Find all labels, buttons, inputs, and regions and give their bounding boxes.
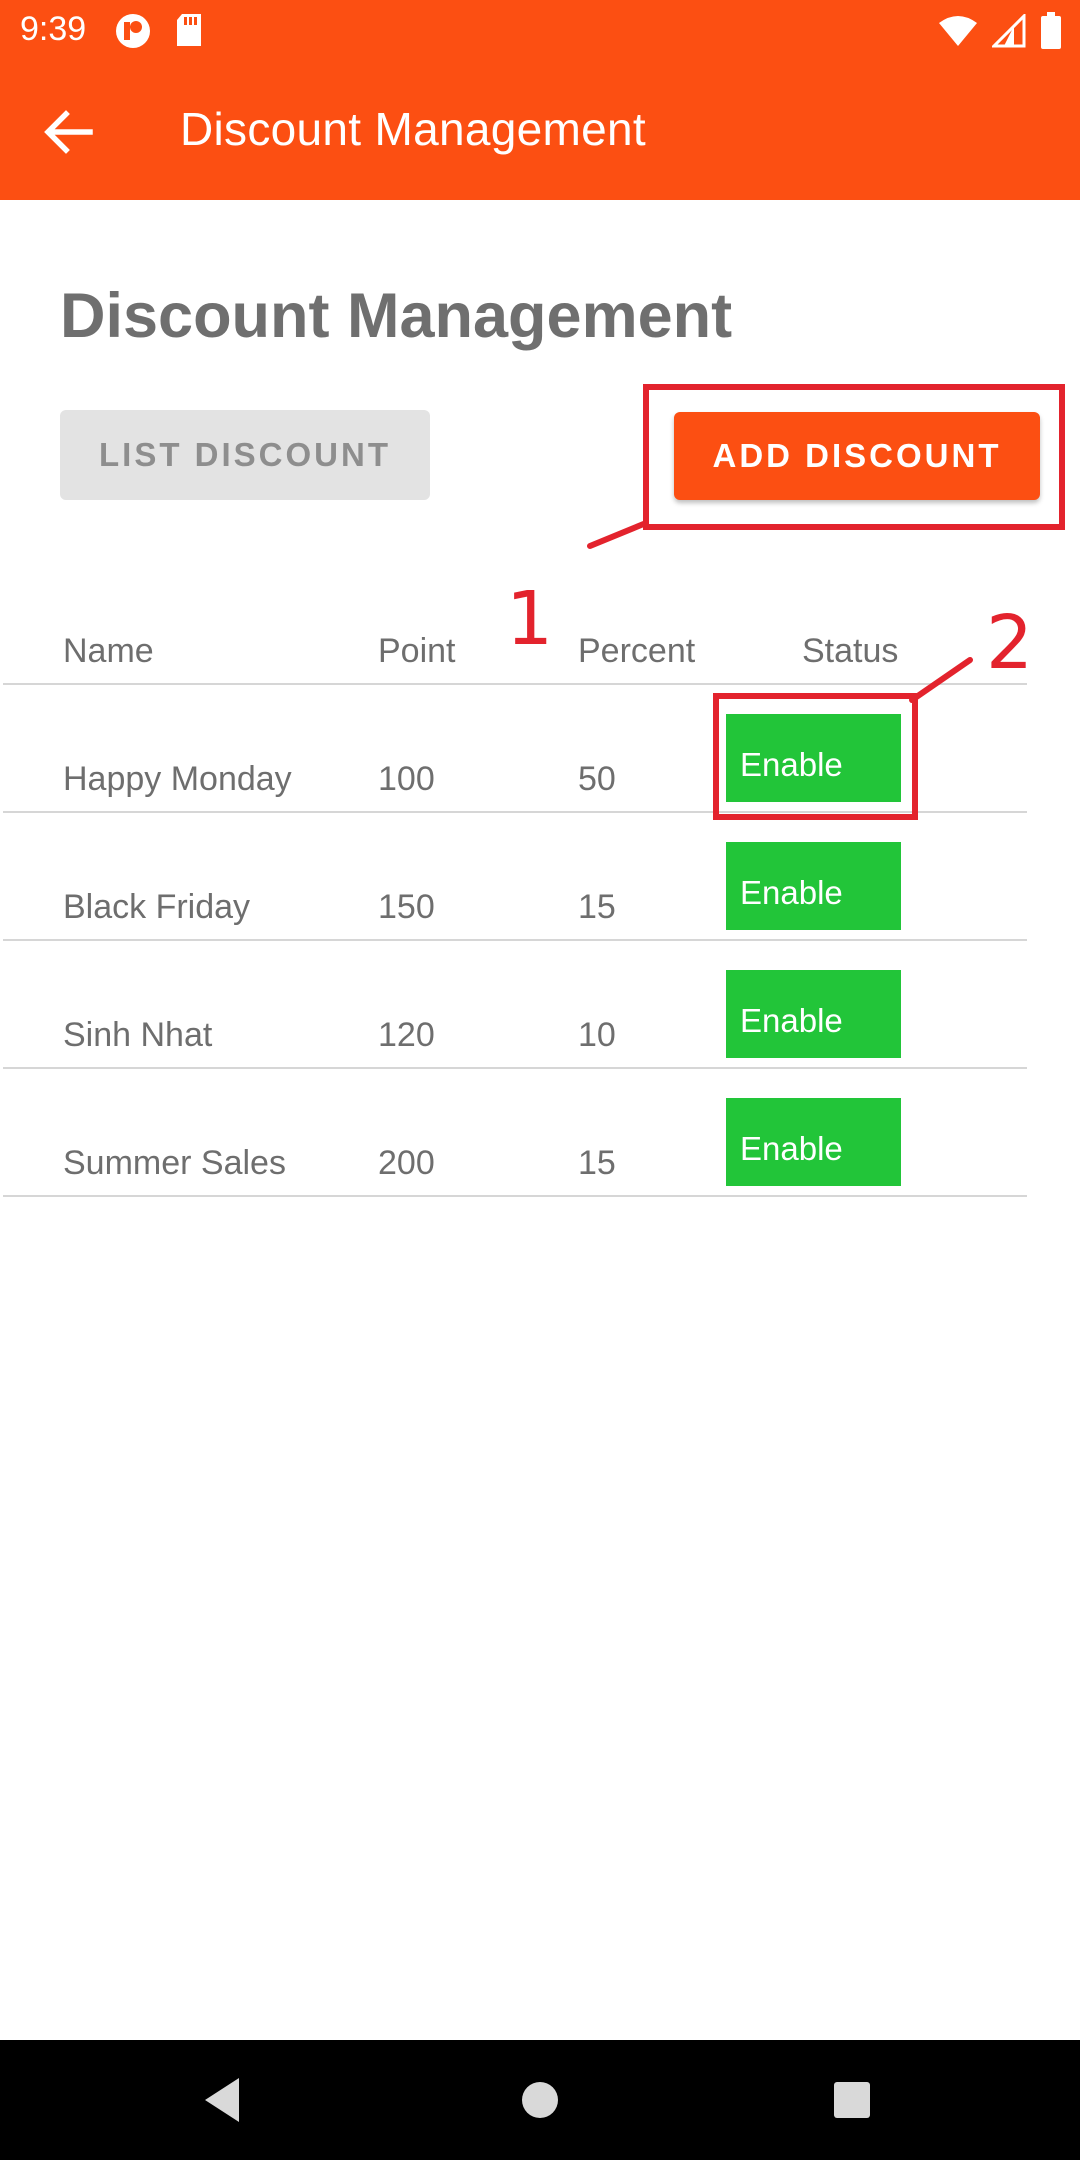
status-toggle-button[interactable]: Enable	[726, 970, 901, 1058]
navigation-bar	[0, 2040, 1080, 2160]
nav-recents-icon[interactable]	[822, 2070, 882, 2130]
discount-name: Black Friday	[63, 888, 251, 926]
discount-name: Summer Sales	[63, 1144, 286, 1182]
discount-point: 200	[378, 1144, 435, 1182]
discount-name: Sinh Nhat	[63, 1016, 213, 1054]
annotation-box-status	[713, 693, 918, 820]
nav-back-icon[interactable]	[195, 2070, 255, 2130]
table-divider	[3, 939, 1027, 941]
discount-percent: 10	[578, 1016, 616, 1054]
annotation-label-1: 1	[506, 576, 554, 662]
table-divider	[3, 1195, 1027, 1197]
status-toggle-button[interactable]: Enable	[726, 1098, 901, 1186]
discount-percent: 15	[578, 888, 616, 926]
discount-percent: 15	[578, 1144, 616, 1182]
nav-home-icon[interactable]	[510, 2070, 570, 2130]
discount-point: 150	[378, 888, 435, 926]
table-divider	[3, 1067, 1027, 1069]
status-toggle-button[interactable]: Enable	[726, 842, 901, 930]
discount-point: 120	[378, 1016, 435, 1054]
annotation-label-2: 2	[986, 600, 1034, 686]
annotation-leader-lines	[587, 520, 973, 703]
